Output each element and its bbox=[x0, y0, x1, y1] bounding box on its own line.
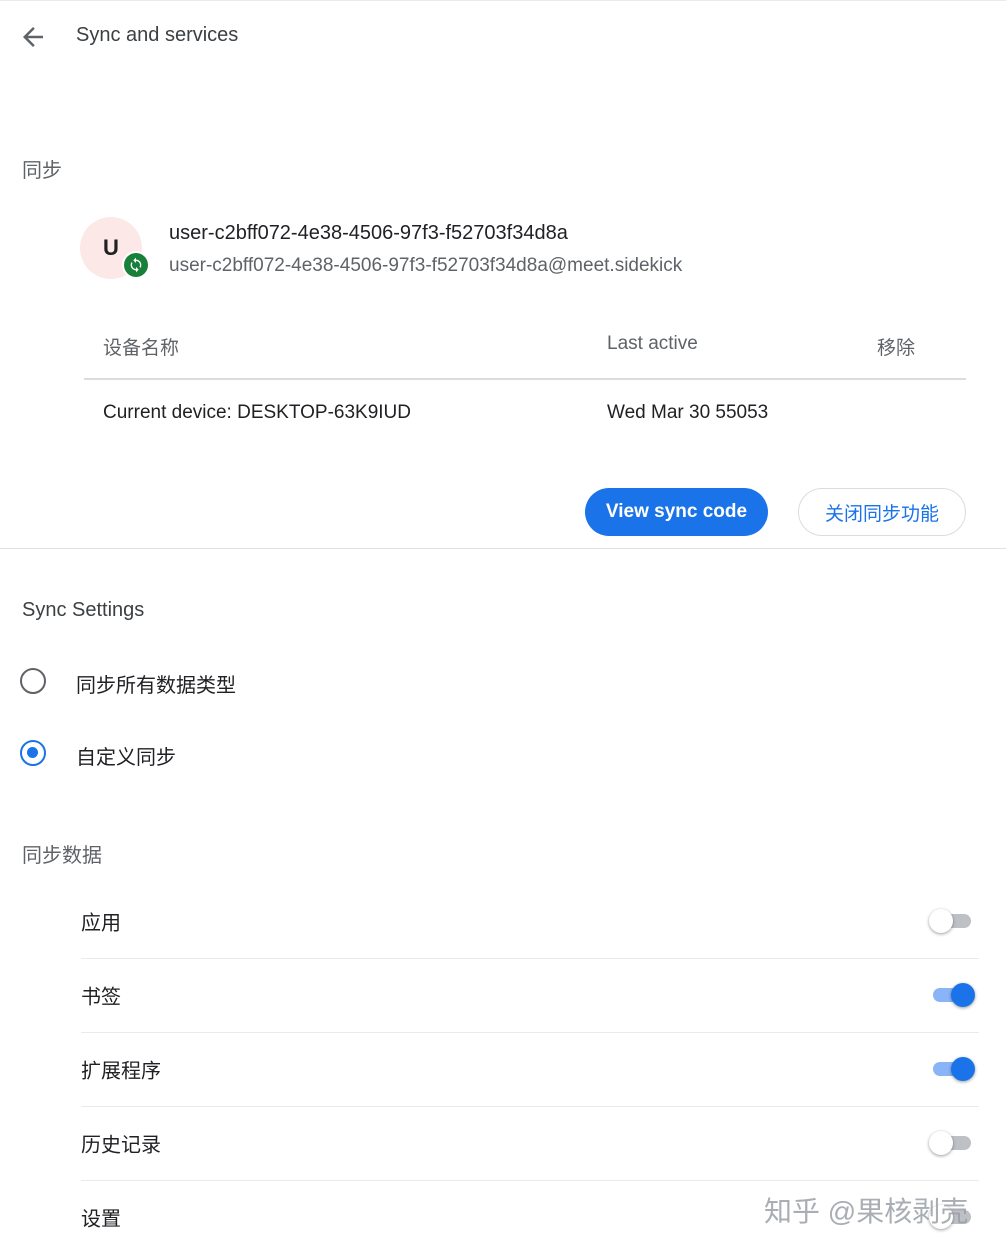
extensions-toggle[interactable] bbox=[929, 1056, 975, 1082]
view-sync-code-button[interactable]: View sync code bbox=[585, 488, 768, 536]
section-divider bbox=[0, 548, 1006, 549]
sync-item-history: 历史记录 bbox=[81, 1106, 979, 1181]
radio-sync-everything[interactable]: 同步所有数据类型 bbox=[20, 664, 520, 698]
bookmarks-toggle[interactable] bbox=[929, 982, 975, 1008]
sync-item-apps: 应用 bbox=[81, 884, 979, 959]
sync-item-bookmarks: 书签 bbox=[81, 958, 979, 1033]
watermark: 知乎 @果核剥壳 bbox=[764, 1196, 969, 1227]
sync-section-label: 同步 bbox=[22, 160, 62, 182]
sync-data-label: 同步数据 bbox=[22, 845, 102, 867]
apps-toggle[interactable] bbox=[929, 908, 975, 934]
radio-checked-icon bbox=[20, 740, 46, 766]
sync-item-label: 设置 bbox=[81, 1208, 121, 1231]
sync-item-label: 历史记录 bbox=[81, 1134, 161, 1157]
sync-item-extensions: 扩展程序 bbox=[81, 1032, 979, 1107]
sync-item-label: 书签 bbox=[81, 986, 121, 1009]
column-header-remove: 移除 bbox=[877, 338, 916, 359]
page-title: Sync and services bbox=[76, 24, 239, 46]
sync-status-badge bbox=[122, 251, 150, 279]
radio-label: 自定义同步 bbox=[76, 747, 176, 769]
device-last-active: Wed Mar 30 55053 bbox=[607, 402, 769, 423]
table-row: Current device: DESKTOP-63K9IUD Wed Mar … bbox=[84, 380, 966, 448]
sync-settings-label: Sync Settings bbox=[22, 599, 145, 621]
account-email: user-c2bff072-4e38-4506-97f3-f52703f34d8… bbox=[169, 255, 683, 276]
devices-table-header: 设备名称 Last active 移除 bbox=[84, 318, 966, 380]
account-info: U user-c2bff072-4e38-4506-97f3-f52703f34… bbox=[80, 214, 980, 284]
column-header-device-name: 设备名称 bbox=[103, 338, 180, 359]
radio-unchecked-icon bbox=[20, 668, 46, 694]
radio-customize-sync[interactable]: 自定义同步 bbox=[20, 736, 520, 770]
devices-table: 设备名称 Last active 移除 Current device: DESK… bbox=[84, 318, 966, 448]
arrow-back-icon bbox=[23, 27, 43, 47]
back-button[interactable] bbox=[18, 22, 48, 52]
column-header-last-active: Last active bbox=[607, 333, 698, 354]
device-name: Current device: DESKTOP-63K9IUD bbox=[103, 402, 411, 423]
history-toggle[interactable] bbox=[929, 1130, 975, 1156]
sync-item-label: 扩展程序 bbox=[81, 1060, 161, 1083]
account-name: user-c2bff072-4e38-4506-97f3-f52703f34d8… bbox=[169, 222, 568, 244]
turn-off-sync-button[interactable]: 关闭同步功能 bbox=[798, 488, 966, 536]
sync-icon bbox=[130, 257, 142, 273]
page-header: Sync and services bbox=[0, 0, 1006, 76]
sync-item-label: 应用 bbox=[81, 912, 121, 935]
radio-label: 同步所有数据类型 bbox=[76, 675, 236, 697]
